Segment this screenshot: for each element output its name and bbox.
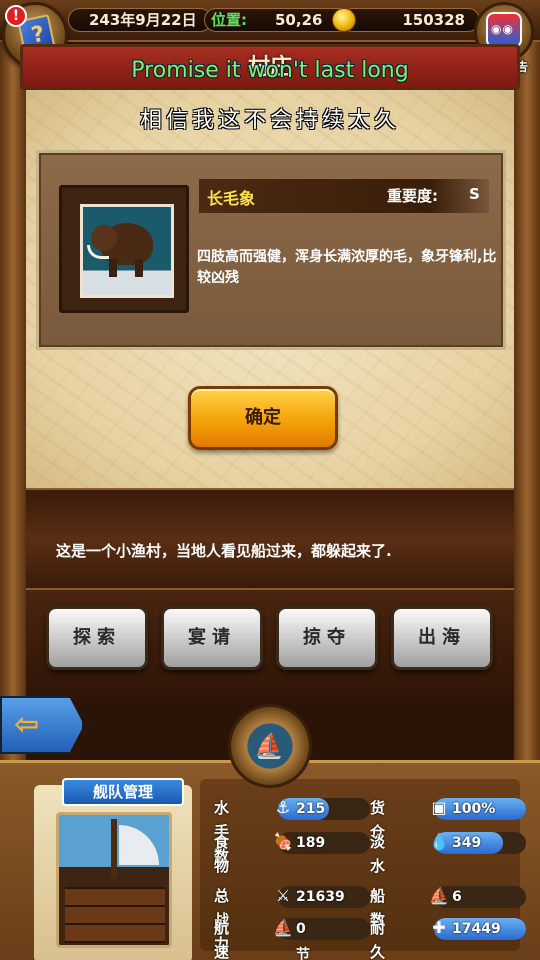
game-date: 243年9月22日 (68, 8, 212, 32)
stat-value: 21639 (296, 889, 345, 905)
story-panel: 这是一个小渔村，当地人看见船过来，都躲起来了. (26, 488, 514, 590)
importance-value: S (469, 185, 480, 203)
stat-value: 6 (452, 889, 462, 905)
alert-badge: ! (5, 5, 27, 27)
stat-value: 349 (452, 835, 482, 851)
stat-value: 215 (296, 801, 326, 817)
ship-sail (119, 825, 159, 865)
gold-coin-icon (332, 8, 356, 32)
fleet-management-button[interactable]: 舰队管理 (62, 778, 184, 806)
stat-label: 航速 (214, 919, 230, 960)
sailor-icon: ⚓ (275, 798, 291, 817)
ship-image[interactable] (56, 812, 172, 948)
food-icon: 🍖 (273, 832, 293, 851)
story-text: 这是一个小渔村，当地人看见船过来，都躲起来了. (56, 542, 392, 560)
speed-icon: ⛵ (273, 918, 293, 937)
gold-amount: 150328 (402, 11, 465, 29)
action-bar: 探索 宴请 掠夺 出海 (26, 590, 514, 700)
position-value: 50,26 (275, 11, 323, 29)
mammoth-image (80, 204, 174, 298)
creature-portrait (59, 185, 189, 313)
stat-value: 17449 (452, 921, 501, 937)
gold-display: 150328 (340, 8, 480, 32)
creature-card: 长毛象 重要度: S 四肢高而强健，浑身长满浓厚的毛，象牙锋利,比较凶残 (36, 150, 506, 350)
chinese-subtitle: 相信我这不会持续太久 (139, 108, 400, 133)
ship-decks (65, 887, 165, 943)
water-icon: 💧 (429, 832, 449, 851)
english-subtitle: Promise it won't last long (131, 58, 409, 83)
set-sail-button[interactable]: 出海 (391, 606, 493, 670)
feast-button[interactable]: 宴请 (161, 606, 263, 670)
explore-button[interactable]: 探索 (46, 606, 148, 670)
position-label: 位置: (211, 11, 247, 29)
left-wood-frame (0, 42, 26, 762)
ship-mast (111, 819, 117, 879)
right-wood-frame (514, 42, 540, 762)
stat-label: 食物 (214, 833, 230, 875)
mammoth-tusk (87, 245, 109, 259)
power-icon: ⚔ (275, 886, 291, 905)
stat-label: 耐久 (370, 919, 386, 960)
ship-icon: ⛵ (254, 732, 284, 760)
durability-icon: ✚ (432, 918, 446, 937)
mascot-icon (486, 12, 522, 48)
stat-label: 淡水 (370, 833, 386, 875)
stat-value: 100% (452, 801, 496, 817)
back-button[interactable]: ⇦ (0, 696, 84, 754)
plunder-button[interactable]: 掠夺 (276, 606, 378, 670)
back-arrow-icon: ⇦ (14, 707, 40, 742)
creature-name: 长毛象 (207, 189, 256, 208)
creature-description: 四肢高而强健，浑身长满浓厚的毛，象牙锋利,比较凶残 (197, 249, 497, 286)
cargo-icon: ▣ (431, 798, 447, 817)
importance-label: 重要度: (387, 187, 438, 205)
mammoth-leg (135, 259, 143, 277)
stat-value: 0节 (296, 921, 310, 960)
confirm-button[interactable]: 确定 (188, 386, 338, 450)
creature-name-bar: 长毛象 重要度: S (199, 179, 489, 213)
stat-value: 189 (296, 835, 326, 851)
ship-wheel-button[interactable]: ⛵ (224, 696, 316, 788)
top-status-bar: 243年9月22日 位置: 50,26 150328 (0, 0, 540, 42)
mammoth-leg (109, 259, 117, 277)
ship-count-icon: ⛵ (429, 886, 449, 905)
